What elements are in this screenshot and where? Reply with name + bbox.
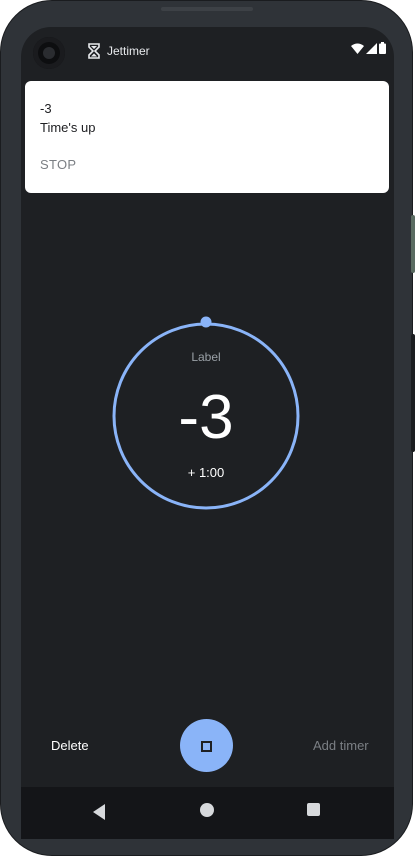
app-name: Jettimer xyxy=(107,44,150,58)
add-timer-button[interactable]: Add timer xyxy=(313,738,369,753)
bottom-bar: Delete Add timer xyxy=(21,717,394,777)
timer-label[interactable]: Label xyxy=(111,350,301,364)
recents-icon[interactable] xyxy=(307,803,320,816)
hourglass-icon xyxy=(87,43,101,59)
timer-dial: Label -3 + 1:00 xyxy=(111,316,301,511)
status-icons xyxy=(351,42,386,58)
stop-button[interactable] xyxy=(180,719,233,772)
power-button xyxy=(411,334,415,452)
phone-frame: Jettimer -3 Time's up STOP Label -3 + 1:… xyxy=(0,0,415,856)
notification-stop-button[interactable]: STOP xyxy=(40,157,76,173)
navigation-bar xyxy=(21,787,394,839)
timer-value: -3 xyxy=(178,383,234,452)
speaker-grille xyxy=(161,7,253,11)
notification-title: -3 xyxy=(40,101,52,116)
notification-text: Time's up xyxy=(40,120,96,135)
stop-icon xyxy=(201,741,212,752)
status-bar: Jettimer xyxy=(21,27,394,75)
timer-notification[interactable]: -3 Time's up STOP xyxy=(25,81,389,193)
signal-icon xyxy=(366,41,377,59)
delete-button[interactable]: Delete xyxy=(51,738,89,753)
wifi-icon xyxy=(351,41,364,59)
home-icon[interactable] xyxy=(200,803,214,817)
front-camera xyxy=(33,37,65,69)
battery-icon xyxy=(379,41,386,59)
back-icon[interactable] xyxy=(91,803,107,821)
volume-button xyxy=(411,215,415,273)
add-minute-button[interactable]: + 1:00 xyxy=(111,465,301,480)
screen: Jettimer -3 Time's up STOP Label -3 + 1:… xyxy=(21,27,394,839)
